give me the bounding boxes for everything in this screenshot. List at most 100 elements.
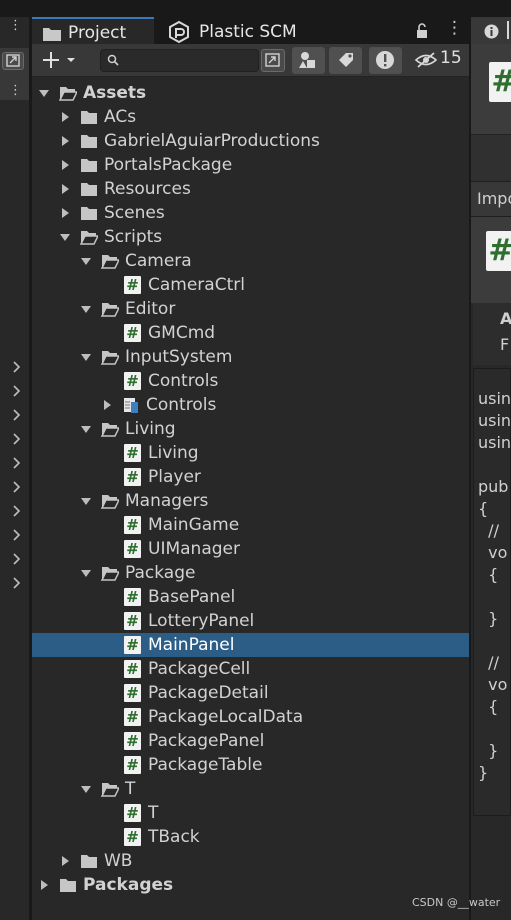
folder-icon xyxy=(81,111,97,124)
item-label: LotteryPanel xyxy=(148,611,255,631)
asset-item[interactable]: Controls xyxy=(32,393,469,417)
script-item[interactable]: # LotteryPanel xyxy=(32,609,469,633)
folder-item[interactable]: PortalsPackage xyxy=(32,153,469,177)
csharp-script-icon: # xyxy=(124,612,141,630)
expanded-arrow-icon[interactable] xyxy=(38,87,50,99)
expanded-arrow-icon[interactable] xyxy=(80,567,92,579)
folder-item[interactable]: GabrielAguiarProductions xyxy=(32,129,469,153)
collapsed-arrow-icon[interactable] xyxy=(12,552,22,566)
tab-project[interactable]: Project xyxy=(32,17,154,44)
script-item[interactable]: # BasePanel xyxy=(32,585,469,609)
script-item[interactable]: # GMCmd xyxy=(32,321,469,345)
item-label: PackageCell xyxy=(148,659,251,679)
filter-by-label-button[interactable] xyxy=(329,47,362,74)
filter-by-type-button[interactable] xyxy=(292,47,325,74)
expanded-arrow-icon[interactable] xyxy=(80,783,92,795)
collapsed-arrow-icon[interactable] xyxy=(12,360,22,374)
folder-item[interactable]: Scripts xyxy=(32,225,469,249)
collapsed-arrow-icon[interactable] xyxy=(12,456,22,470)
folder-item[interactable]: Living xyxy=(32,417,469,441)
folder-item[interactable]: InputSystem xyxy=(32,345,469,369)
expanded-arrow-icon[interactable] xyxy=(80,495,92,507)
expanded-arrow-icon[interactable] xyxy=(80,303,92,315)
collapsed-arrow-icon[interactable] xyxy=(12,432,22,446)
folder-item[interactable]: Assets xyxy=(32,81,469,105)
inspector-tab[interactable] xyxy=(471,17,511,44)
script-item[interactable]: # PackageTable xyxy=(32,753,469,777)
folder-item[interactable]: Managers xyxy=(32,489,469,513)
collapsed-arrow-icon[interactable] xyxy=(12,576,22,590)
folder-item[interactable]: T xyxy=(32,777,469,801)
panel-menu-icon[interactable]: ⋮ xyxy=(446,18,463,38)
collapsed-arrow-icon[interactable] xyxy=(12,408,22,422)
collapsed-arrow-icon[interactable] xyxy=(59,135,71,147)
collapsed-arrow-icon[interactable] xyxy=(12,504,22,518)
search-input[interactable] xyxy=(121,51,255,71)
left-more-icon[interactable]: ⋮ xyxy=(9,84,22,97)
item-label: Scenes xyxy=(104,203,165,223)
expanded-arrow-icon[interactable] xyxy=(80,351,92,363)
code-line: vo xyxy=(478,675,508,694)
search-mode-button[interactable] xyxy=(261,49,285,72)
code-line: publ xyxy=(478,477,511,496)
folder-item[interactable]: Editor xyxy=(32,297,469,321)
script-item[interactable]: # CameraCtrl xyxy=(32,273,469,297)
inspector-header: # xyxy=(471,44,511,134)
expanded-arrow-icon[interactable] xyxy=(59,231,71,243)
script-item[interactable]: # T xyxy=(32,801,469,825)
open-folder-icon xyxy=(101,567,119,581)
open-folder-icon xyxy=(101,351,119,365)
script-item[interactable]: # TBack xyxy=(32,825,469,849)
hidden-packages-toggle[interactable]: 15 xyxy=(406,47,466,74)
collapsed-arrow-icon[interactable] xyxy=(12,480,22,494)
asset-properties-a: A xyxy=(500,309,511,328)
expanded-arrow-icon[interactable] xyxy=(80,423,92,435)
script-item[interactable]: # PackageDetail xyxy=(32,681,469,705)
log-filter-button[interactable] xyxy=(369,47,402,74)
folder-item[interactable]: ACs xyxy=(32,105,469,129)
more-options-icon[interactable]: ⋮ xyxy=(9,19,22,32)
lock-icon[interactable] xyxy=(415,22,429,39)
collapsed-arrow-icon[interactable] xyxy=(101,399,113,411)
item-label: Packages xyxy=(83,875,174,895)
code-line: usin xyxy=(478,433,511,452)
open-folder-icon xyxy=(101,495,119,509)
code-line: } xyxy=(478,763,489,782)
create-button[interactable] xyxy=(40,47,82,74)
collapsed-arrow-icon[interactable] xyxy=(59,855,71,867)
left-dock-strip: ⋮ ⋮ xyxy=(0,17,29,920)
script-item[interactable]: # PackageCell xyxy=(32,657,469,681)
code-line: // xyxy=(478,653,499,672)
script-item[interactable]: # Controls xyxy=(32,369,469,393)
tab-plastic-scm[interactable]: Plastic SCM xyxy=(168,17,358,44)
script-item[interactable]: # Living xyxy=(32,441,469,465)
folder-item[interactable]: Package xyxy=(32,561,469,585)
folder-item[interactable]: Scenes xyxy=(32,201,469,225)
collapsed-arrow-icon[interactable] xyxy=(59,183,71,195)
collapsed-arrow-icon[interactable] xyxy=(59,159,71,171)
collapsed-arrow-icon[interactable] xyxy=(38,879,50,891)
script-item[interactable]: # MainGame xyxy=(32,513,469,537)
expanded-arrow-icon[interactable] xyxy=(80,255,92,267)
open-folder-icon xyxy=(80,231,98,245)
script-item[interactable]: # UIManager xyxy=(32,537,469,561)
collapsed-arrow-icon[interactable] xyxy=(12,528,22,542)
folder-item[interactable]: WB xyxy=(32,849,469,873)
folder-item[interactable]: Packages xyxy=(32,873,469,897)
search-field[interactable] xyxy=(100,49,259,72)
collapsed-arrow-icon[interactable] xyxy=(59,111,71,123)
collapsed-arrow-icon[interactable] xyxy=(59,207,71,219)
asset-properties: A F xyxy=(473,303,511,365)
code-line: { xyxy=(478,499,489,518)
open-folder-icon xyxy=(101,303,119,317)
script-item[interactable]: # Player xyxy=(32,465,469,489)
collapsed-arrow-icon[interactable] xyxy=(12,384,22,398)
script-item[interactable]: # MainPanel xyxy=(32,633,469,657)
maximize-icon[interactable] xyxy=(2,52,24,70)
csharp-script-icon: # xyxy=(124,276,141,294)
script-item[interactable]: # PackageLocalData xyxy=(32,705,469,729)
item-label: UIManager xyxy=(148,539,240,559)
script-item[interactable]: # PackagePanel xyxy=(32,729,469,753)
folder-item[interactable]: Resources xyxy=(32,177,469,201)
folder-item[interactable]: Camera xyxy=(32,249,469,273)
